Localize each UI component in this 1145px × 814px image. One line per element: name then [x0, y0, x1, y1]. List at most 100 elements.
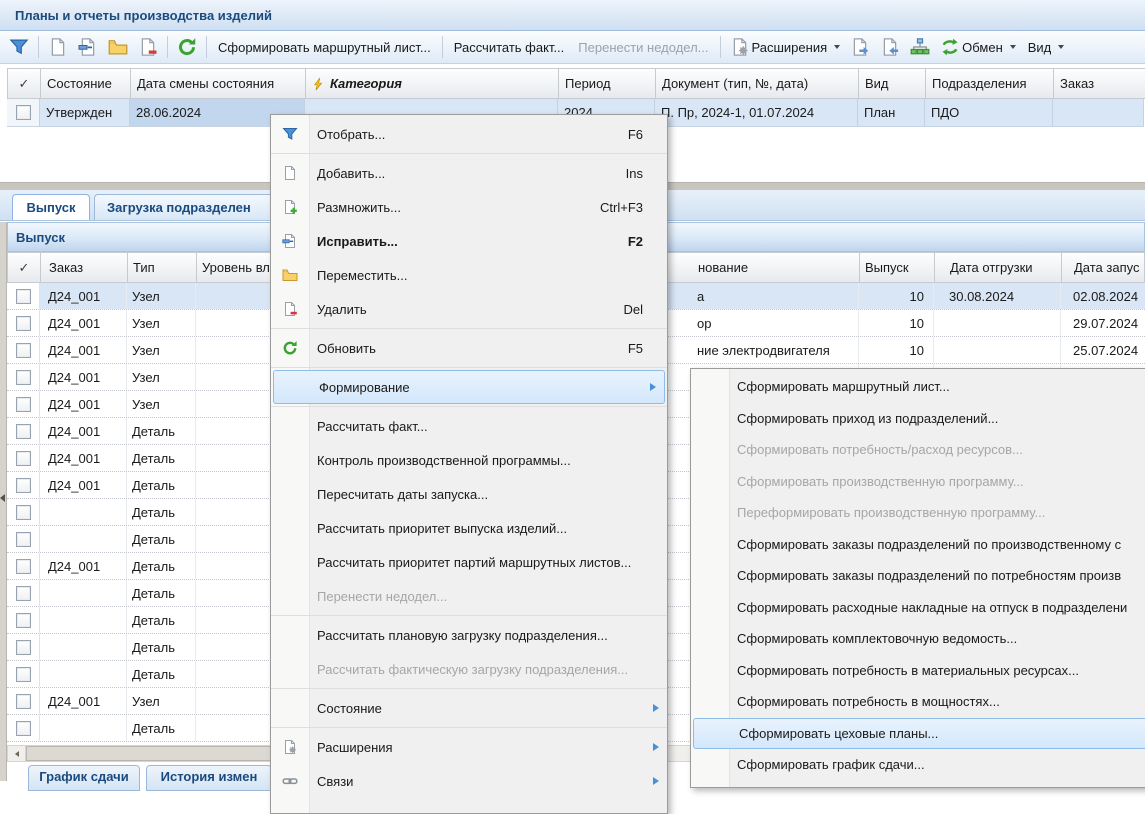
context-menu-item[interactable]: Контроль производственной программы... — [271, 443, 667, 477]
submenu-item[interactable]: Сформировать заказы подразделений по про… — [691, 529, 1145, 561]
state-date-column-header[interactable]: Дата смены состояния — [131, 69, 306, 98]
kind-column-header[interactable]: Вид — [859, 69, 926, 98]
toolbar-button-label: Перенести недодел... — [576, 40, 710, 55]
row-checkbox[interactable] — [16, 424, 31, 439]
refresh-button[interactable] — [172, 34, 202, 60]
menu-item-icon-slot — [695, 473, 725, 489]
context-menu-item[interactable]: Связи — [271, 764, 667, 798]
document-column-header[interactable]: Документ (тип, №, дата) — [656, 69, 859, 98]
menu-item-icon-slot — [275, 418, 305, 434]
tab-vypusk[interactable]: Выпуск — [12, 194, 90, 220]
row-checkbox[interactable] — [16, 105, 31, 120]
state-column-header[interactable]: Состояние — [41, 69, 131, 98]
scroll-left-button[interactable] — [8, 746, 26, 761]
row-checkbox[interactable] — [16, 370, 31, 385]
toolbar-menu-button[interactable]: Вид — [1021, 37, 1070, 58]
submenu-item[interactable]: Сформировать расходные накладные на отпу… — [691, 592, 1145, 624]
tab-istoriya-izmeneniy[interactable]: История измен — [146, 765, 272, 791]
row-checkbox[interactable] — [16, 478, 31, 493]
row-checkbox[interactable] — [16, 532, 31, 547]
submenu-item[interactable]: Сформировать комплектовочную ведомость..… — [691, 623, 1145, 655]
extensions-button[interactable]: Расширения — [725, 34, 846, 60]
row-checkbox[interactable] — [16, 721, 31, 736]
edit-doc-button[interactable] — [73, 34, 103, 60]
checkbox-cell — [7, 607, 40, 633]
toolbar-button-label: Обмен — [960, 40, 1005, 55]
tab-zagruzka-podrazdeleniy[interactable]: Загрузка подразделен — [94, 194, 290, 220]
row-checkbox[interactable] — [16, 343, 31, 358]
context-menu-item[interactable]: Рассчитать факт... — [271, 409, 667, 443]
context-menu-item[interactable]: Добавить...Ins — [271, 156, 667, 190]
menu-item-icon-slot — [275, 520, 305, 536]
select-all-column-header[interactable]: ✓ — [8, 253, 41, 282]
order-cell — [40, 661, 127, 687]
toolbar-button-label: Вид — [1026, 40, 1054, 55]
submenu-item[interactable]: Сформировать маршрутный лист... — [691, 371, 1145, 403]
context-menu-item[interactable]: Рассчитать приоритет выпуска изделий... — [271, 511, 667, 545]
release-section-title: Выпуск — [16, 230, 65, 245]
context-menu-item[interactable]: Расширения — [271, 730, 667, 764]
context-menu-item[interactable]: ОбновитьF5 — [271, 331, 667, 365]
launch-date-cell: 29.07.2024 — [1061, 310, 1145, 336]
select-all-column-header[interactable]: ✓ — [8, 69, 41, 98]
row-checkbox[interactable] — [16, 289, 31, 304]
context-menu-item: Рассчитать фактическую загрузку подразде… — [271, 652, 667, 686]
filter-button[interactable] — [4, 34, 34, 60]
submenu-item[interactable]: Сформировать заказы подразделений по пот… — [691, 560, 1145, 592]
order-cell — [40, 526, 127, 552]
toolbar-button[interactable]: Сформировать маршрутный лист... — [211, 37, 438, 58]
exchange-button[interactable]: Обмен — [935, 34, 1021, 60]
delete-doc-button[interactable] — [133, 34, 163, 60]
submenu-item[interactable]: Сформировать приход из подразделений... — [691, 403, 1145, 435]
row-checkbox[interactable] — [16, 640, 31, 655]
context-menu-item[interactable]: УдалитьDel — [271, 292, 667, 326]
menu-item-label: Контроль производственной программы... — [317, 453, 571, 468]
row-checkbox[interactable] — [16, 667, 31, 682]
launch-date-column-header[interactable]: Дата запус — [1062, 253, 1144, 282]
row-checkbox[interactable] — [16, 451, 31, 466]
ship-date-column-header[interactable]: Дата отгрузки — [935, 253, 1062, 282]
vertical-splitter[interactable] — [0, 222, 7, 781]
row-checkbox[interactable] — [16, 613, 31, 628]
tab-grafik-sdachi[interactable]: График сдачи — [28, 765, 140, 791]
submenu-item[interactable]: Сформировать потребность в материальных … — [691, 655, 1145, 687]
category-column-header[interactable]: Категория — [306, 69, 559, 98]
order-column-header[interactable]: Заказ — [1054, 69, 1145, 98]
order-column-header[interactable]: Заказ — [41, 253, 128, 282]
move-folder-button[interactable] — [103, 34, 133, 60]
filter-icon — [9, 37, 29, 57]
org-chart-button[interactable] — [905, 34, 935, 60]
context-menu-item[interactable]: Состояние — [271, 691, 667, 725]
row-checkbox[interactable] — [16, 397, 31, 412]
divisions-cell: ПДО — [925, 99, 1053, 126]
submenu-item[interactable]: Сформировать график сдачи... — [691, 749, 1145, 781]
export-doc-button[interactable] — [845, 34, 875, 60]
row-checkbox[interactable] — [16, 694, 31, 709]
new-doc-icon — [48, 37, 68, 57]
period-column-header[interactable]: Период — [559, 69, 656, 98]
context-menu-item[interactable]: Размножить...Ctrl+F3 — [271, 190, 667, 224]
type-cell: Деталь — [127, 553, 196, 579]
row-checkbox[interactable] — [16, 559, 31, 574]
output-column-header[interactable]: Выпуск — [860, 253, 935, 282]
toolbar-button[interactable]: Перенести недодел... — [571, 37, 715, 58]
context-menu-item[interactable]: Переместить... — [271, 258, 667, 292]
context-menu-item[interactable]: Отобрать...F6 — [271, 117, 667, 151]
type-column-header[interactable]: Тип — [128, 253, 197, 282]
submenu-item[interactable]: Сформировать цеховые планы... — [693, 718, 1145, 750]
submenu-item[interactable]: Сформировать потребность в мощностях... — [691, 686, 1145, 718]
import-doc-button[interactable] — [875, 34, 905, 60]
row-checkbox[interactable] — [16, 586, 31, 601]
row-checkbox[interactable] — [16, 316, 31, 331]
context-menu-item[interactable]: Формирование — [273, 370, 665, 404]
new-doc-button[interactable] — [43, 34, 73, 60]
toolbar-button[interactable]: Рассчитать факт... — [447, 37, 572, 58]
row-checkbox[interactable] — [16, 505, 31, 520]
divisions-column-header[interactable]: Подразделения — [926, 69, 1054, 98]
window-title-bar: Планы и отчеты производства изделий — [0, 0, 1145, 31]
context-menu-item[interactable]: Рассчитать приоритет партий маршрутных л… — [271, 545, 667, 579]
context-menu-item[interactable]: Исправить...F2 — [271, 224, 667, 258]
delete-doc-icon — [138, 37, 158, 57]
context-menu-item[interactable]: Пересчитать даты запуска... — [271, 477, 667, 511]
context-menu-item[interactable]: Рассчитать плановую загрузку подразделен… — [271, 618, 667, 652]
